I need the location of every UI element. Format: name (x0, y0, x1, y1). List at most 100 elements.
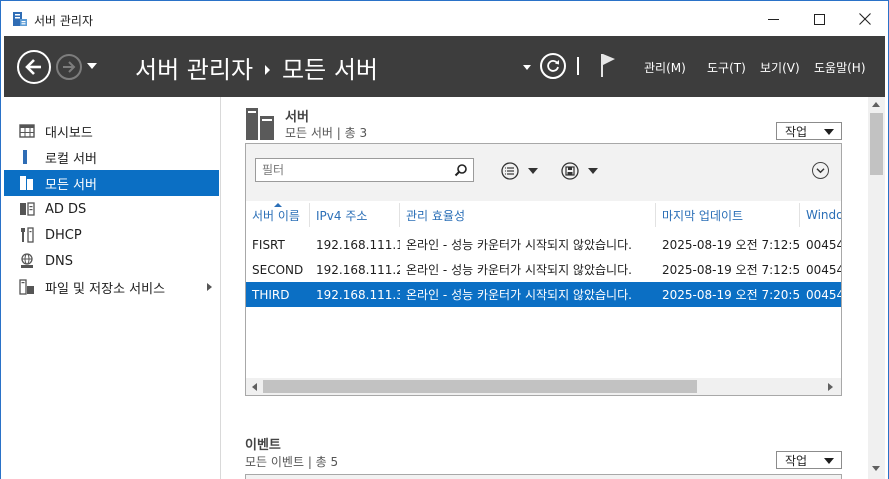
table-row[interactable]: FISRT 192.168.111.10 온라인 - 성능 카운터가 시작되지 … (246, 232, 841, 257)
cell-manageability: 온라인 - 성능 카운터가 시작되지 않았습니다. (406, 263, 632, 277)
search-icon[interactable] (454, 163, 468, 177)
cell-last-update: 2025-08-19 오전 7:12:58 (662, 263, 800, 277)
local-server-icon (23, 150, 27, 164)
breadcrumb-separator-icon (265, 64, 271, 75)
vertical-scroll-thumb[interactable] (870, 113, 883, 175)
cell-ipv4: 192.168.111.30 (316, 287, 400, 302)
cell-server-name: FISRT (252, 237, 285, 252)
refresh-button[interactable] (540, 53, 566, 79)
back-button[interactable] (17, 50, 51, 84)
scroll-up-icon[interactable] (872, 102, 880, 107)
column-header-ipv4[interactable]: IPv4 주소 (310, 203, 400, 227)
sidebar-item-all-servers[interactable]: 모든 서버 (4, 170, 219, 196)
servers-panel: 서버 이름 IPv4 주소 관리 효율성 마지막 업데이트 Windo FISR… (245, 143, 842, 396)
list-options-icon[interactable] (501, 162, 519, 180)
minimize-button[interactable] (750, 1, 796, 37)
sidebar-item-label: 대시보드 (45, 125, 93, 141)
close-icon (859, 13, 871, 25)
events-panel (245, 474, 842, 479)
sidebar-item-dhcp[interactable]: DHCP (4, 222, 219, 248)
sort-ascending-icon (274, 203, 282, 207)
history-dropdown-icon[interactable] (87, 63, 97, 69)
close-button[interactable] (842, 1, 888, 37)
dhcp-icon (21, 227, 34, 243)
forward-button[interactable] (56, 54, 82, 80)
cell-last-update: 2025-08-19 오전 7:12:55 (662, 238, 800, 252)
sidebar-item-label: DHCP (45, 227, 82, 243)
expand-collapse-icon[interactable] (812, 162, 829, 179)
events-tasks-button[interactable]: 작업 (776, 451, 842, 469)
sidebar-item-local-server[interactable]: 로컬 서버 (4, 144, 219, 170)
maximize-button[interactable] (796, 1, 842, 37)
sidebar-item-file-storage[interactable]: 파일 및 저장소 서비스 (4, 274, 219, 300)
cell-last-update: 2025-08-19 오전 7:20:52 (662, 288, 800, 302)
refresh-icon (547, 60, 559, 72)
column-header-last-update[interactable]: 마지막 업데이트 (656, 203, 800, 227)
sidebar-item-label: DNS (45, 253, 73, 269)
breadcrumb-current: 모든 서버 (282, 56, 378, 84)
scroll-down-icon[interactable] (872, 466, 880, 471)
chevron-down-icon (824, 129, 834, 135)
filter-input[interactable] (256, 159, 446, 181)
filter-box[interactable] (255, 158, 474, 182)
sidebar-item-label: 파일 및 저장소 서비스 (45, 281, 166, 297)
sidebar-item-label: AD DS (45, 201, 87, 217)
ad-ds-icon (20, 202, 35, 216)
servers-tasks-button[interactable]: 작업 (776, 122, 842, 140)
breadcrumb-dropdown-icon[interactable] (523, 65, 531, 70)
table-row[interactable]: SECOND 192.168.111.20 온라인 - 성능 카운터가 시작되지… (246, 257, 841, 282)
window-right-border (885, 36, 889, 479)
column-header-server-name[interactable]: 서버 이름 (246, 203, 310, 227)
notifications-flag-icon[interactable] (598, 52, 618, 78)
forward-arrow-icon (63, 61, 76, 73)
dns-icon (21, 253, 33, 268)
sidebar: 대시보드 로컬 서버 모든 서버 AD DS DHCP DNS 파일 및 저장소… (4, 97, 221, 479)
dashboard-icon (19, 124, 35, 138)
horizontal-scrollbar[interactable] (246, 378, 841, 395)
events-section-title: 이벤트 (245, 438, 281, 453)
back-arrow-icon (25, 59, 41, 75)
tasks-label: 작업 (785, 124, 808, 139)
scroll-right-icon[interactable] (828, 383, 833, 391)
table-row-selected[interactable]: THIRD 192.168.111.30 온라인 - 성능 카운터가 시작되지 … (246, 282, 841, 307)
sidebar-item-ad-ds[interactable]: AD DS (4, 196, 219, 222)
scroll-left-icon[interactable] (252, 383, 257, 391)
breadcrumb-root[interactable]: 서버 관리자 (135, 56, 253, 84)
cell-ipv4: 192.168.111.10 (316, 237, 400, 252)
sidebar-item-dns[interactable]: DNS (4, 248, 219, 274)
cell-windows: 00454- (806, 237, 841, 252)
tasks-label: 작업 (785, 453, 808, 468)
submenu-arrow-icon[interactable] (207, 283, 212, 291)
events-section-subtitle: 모든 이벤트 | 총 5 (245, 455, 339, 469)
cell-manageability: 온라인 - 성능 카운터가 시작되지 않았습니다. (406, 238, 632, 252)
servers-section-title: 서버 (285, 110, 309, 125)
cell-server-name: SECOND (252, 262, 304, 277)
servers-panel-toolbar (246, 144, 841, 201)
cell-ipv4: 192.168.111.20 (316, 262, 400, 277)
list-options-dropdown-icon[interactable] (528, 168, 538, 174)
minimize-icon (767, 18, 779, 20)
menu-tools[interactable]: 도구(T) (707, 59, 746, 76)
chevron-down-icon (824, 458, 834, 464)
save-query-dropdown-icon[interactable] (588, 168, 598, 174)
header-divider (577, 57, 579, 75)
header-bar: 서버 관리자 모든 서버 관리(M) 도구(T) 보기(V) 도움말(H) (4, 36, 885, 97)
sidebar-item-dashboard[interactable]: 대시보드 (4, 118, 219, 144)
horizontal-scroll-thumb[interactable] (263, 380, 697, 393)
menu-manage[interactable]: 관리(M) (644, 59, 686, 76)
file-storage-icon (19, 279, 34, 295)
vertical-scrollbar[interactable] (868, 97, 885, 479)
servers-section-subtitle: 모든 서버 | 총 3 (285, 126, 368, 140)
maximize-icon (813, 13, 825, 25)
column-header-manageability[interactable]: 관리 효율성 (400, 203, 656, 227)
cell-server-name: THIRD (252, 287, 290, 302)
menu-help[interactable]: 도움말(H) (814, 59, 866, 76)
save-query-icon[interactable] (561, 162, 579, 180)
menu-view[interactable]: 보기(V) (760, 59, 800, 76)
server-manager-app-icon (13, 12, 27, 26)
column-header-windows[interactable]: Windo (800, 203, 841, 227)
title-bar: 서버 관리자 (0, 0, 889, 36)
all-servers-icon (20, 176, 33, 190)
breadcrumb: 서버 관리자 모든 서버 (135, 50, 378, 85)
cell-windows: 00454- (806, 262, 841, 277)
